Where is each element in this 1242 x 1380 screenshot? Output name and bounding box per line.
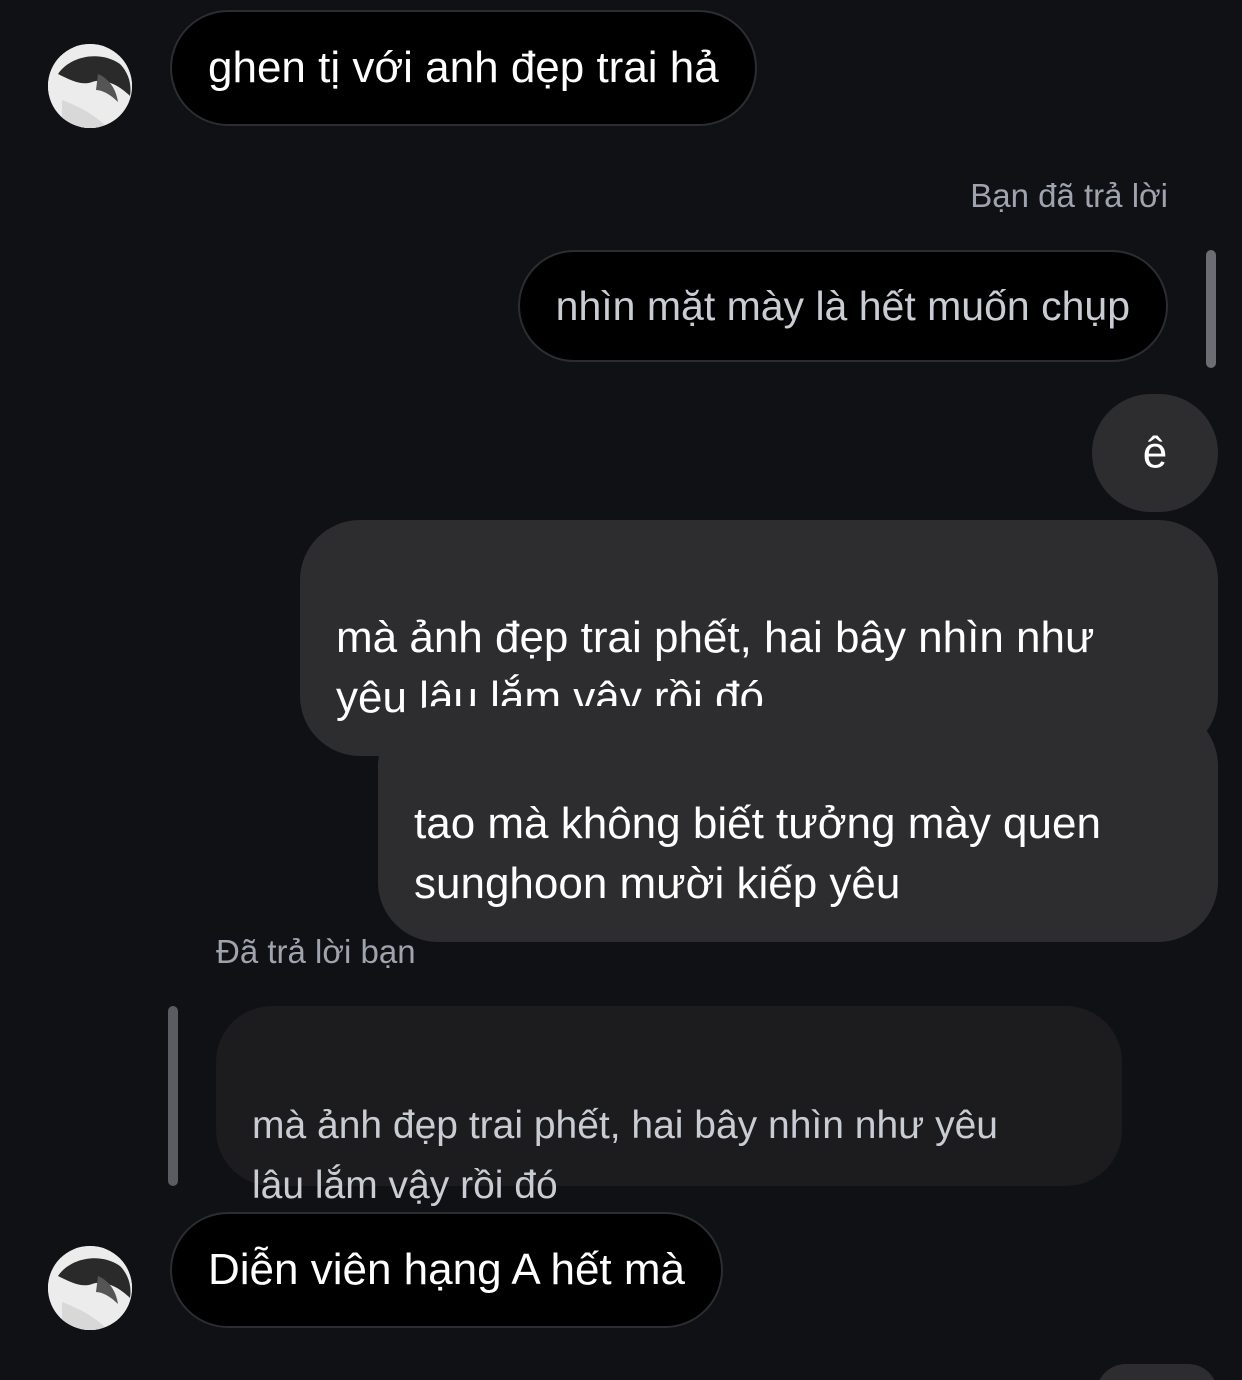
message-text: ê [1142,428,1168,477]
reply-thread-bar [1206,250,1216,368]
message-text: tao mà không biết tưởng mày quen sunghoo… [414,799,1101,908]
message-text: nhìn mặt mày là hết muốn chụp [555,283,1130,329]
profile-photo-icon [48,1246,132,1330]
reply-indicator: Bạn đã trả lời [970,177,1168,214]
contact-avatar-icon[interactable] [48,44,132,128]
message-text: Diễn viên hạng A hết mà [208,1245,685,1294]
contact-avatar-icon[interactable] [48,1246,132,1330]
reply-indicator: Đã trả lời bạn [216,933,416,970]
outgoing-message-bubble-partial[interactable] [1096,1364,1218,1380]
quoted-text: mà ảnh đẹp trai phết, hai bây nhìn như y… [252,1104,998,1207]
quote-bar [168,1006,178,1186]
replied-message-bubble[interactable]: nhìn mặt mày là hết muốn chụp [517,250,1168,362]
outgoing-message-bubble[interactable]: ê [1092,394,1218,512]
profile-photo-icon [48,44,132,128]
chat-screen: ghen tị với anh đẹp trai hả Bạn đã trả l… [0,0,1242,1380]
outgoing-message-bubble[interactable]: tao mà không biết tưởng mày quen sunghoo… [378,706,1218,942]
incoming-message-bubble[interactable]: ghen tị với anh đẹp trai hả [170,10,757,126]
message-text: ghen tị với anh đẹp trai hả [208,43,719,92]
quoted-message[interactable]: mà ảnh đẹp trai phết, hai bây nhìn như y… [216,1006,1122,1207]
incoming-message-bubble[interactable]: Diễn viên hạng A hết mà [170,1212,723,1328]
